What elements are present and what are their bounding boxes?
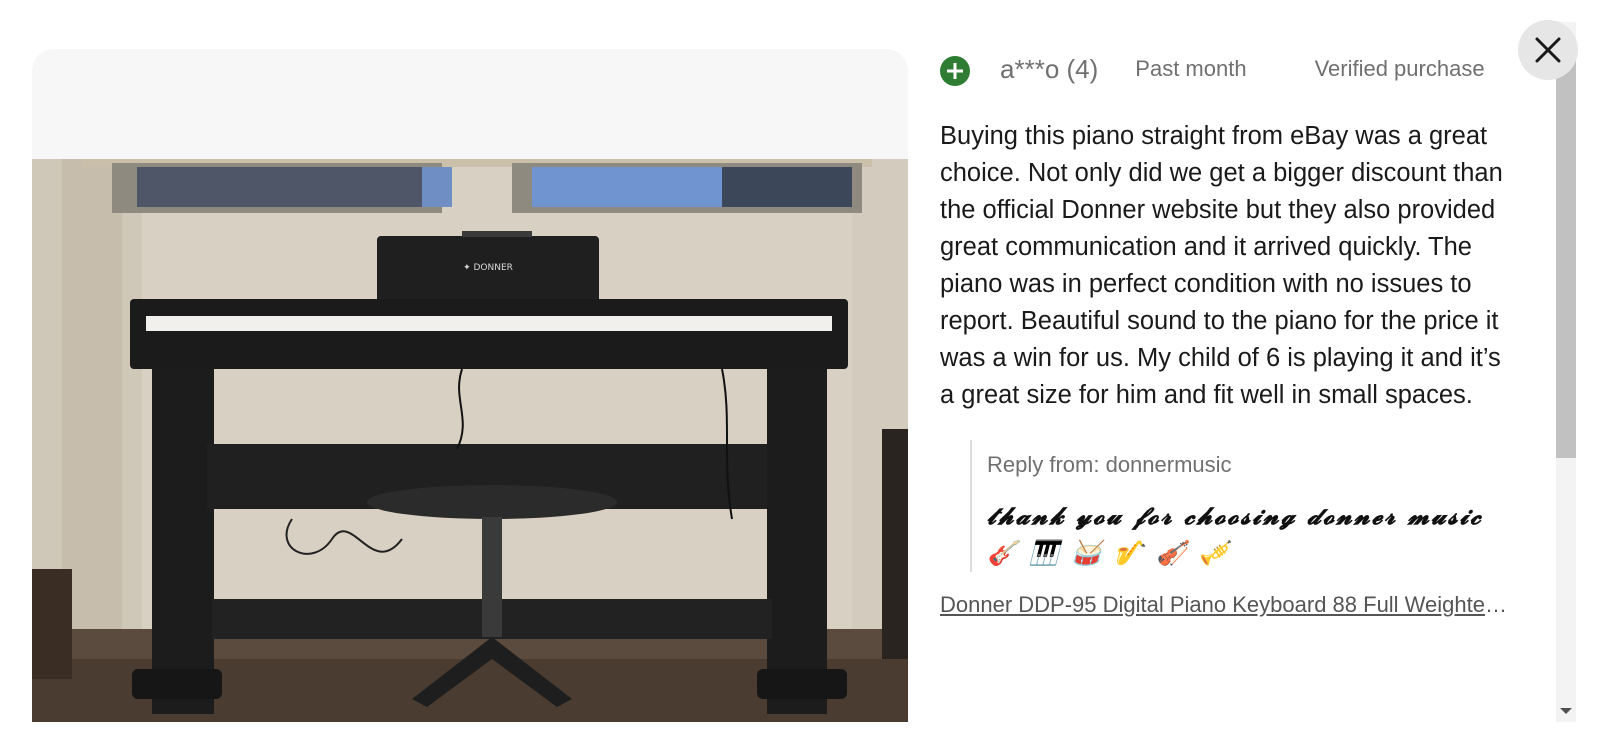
scrollbar-thumb[interactable] xyxy=(1556,60,1576,458)
plus-circle-icon xyxy=(940,56,970,86)
close-icon xyxy=(1535,37,1561,63)
review-photo[interactable]: ✦ DONNER xyxy=(32,159,908,722)
seller-reply: Reply from: donnermusic 𝓽𝓱𝓪𝓷𝓴 𝔂𝓸𝓾 𝓯𝓸𝓻 𝓬𝓱… xyxy=(970,440,1518,572)
review-header: a***o (4) Past month Verified purchase xyxy=(940,49,1518,89)
review-viewer-modal: ✦ DONNER a***o (4) Past month Verified p… xyxy=(0,0,1600,740)
reviewer-name: a***o (4) xyxy=(1000,53,1099,84)
reply-text: 𝓽𝓱𝓪𝓷𝓴 𝔂𝓸𝓾 𝓯𝓸𝓻 𝓬𝓱𝓸𝓸𝓼𝓲𝓷𝓰 𝓭𝓸𝓷𝓷𝓮𝓻 𝓶𝓾𝓼𝓲𝓬 🎸 🎹 … xyxy=(987,501,1483,567)
close-button[interactable] xyxy=(1518,20,1578,80)
reply-from-label: Reply from: donnermusic xyxy=(987,452,1232,477)
review-text: Buying this piano straight from eBay was… xyxy=(940,122,1503,409)
review-time: Past month xyxy=(1135,56,1247,81)
scroll-down-arrow-icon[interactable] xyxy=(1560,708,1572,714)
svg-text:✦ DONNER: ✦ DONNER xyxy=(463,263,513,273)
verified-purchase-label: Verified purchase xyxy=(1314,56,1485,81)
review-panel: a***o (4) Past month Verified purchase B… xyxy=(940,49,1518,618)
product-link[interactable]: Donner DDP-95 Digital Piano Keyboard 88 … xyxy=(940,592,1510,618)
review-photo-frame: ✦ DONNER xyxy=(32,49,908,722)
